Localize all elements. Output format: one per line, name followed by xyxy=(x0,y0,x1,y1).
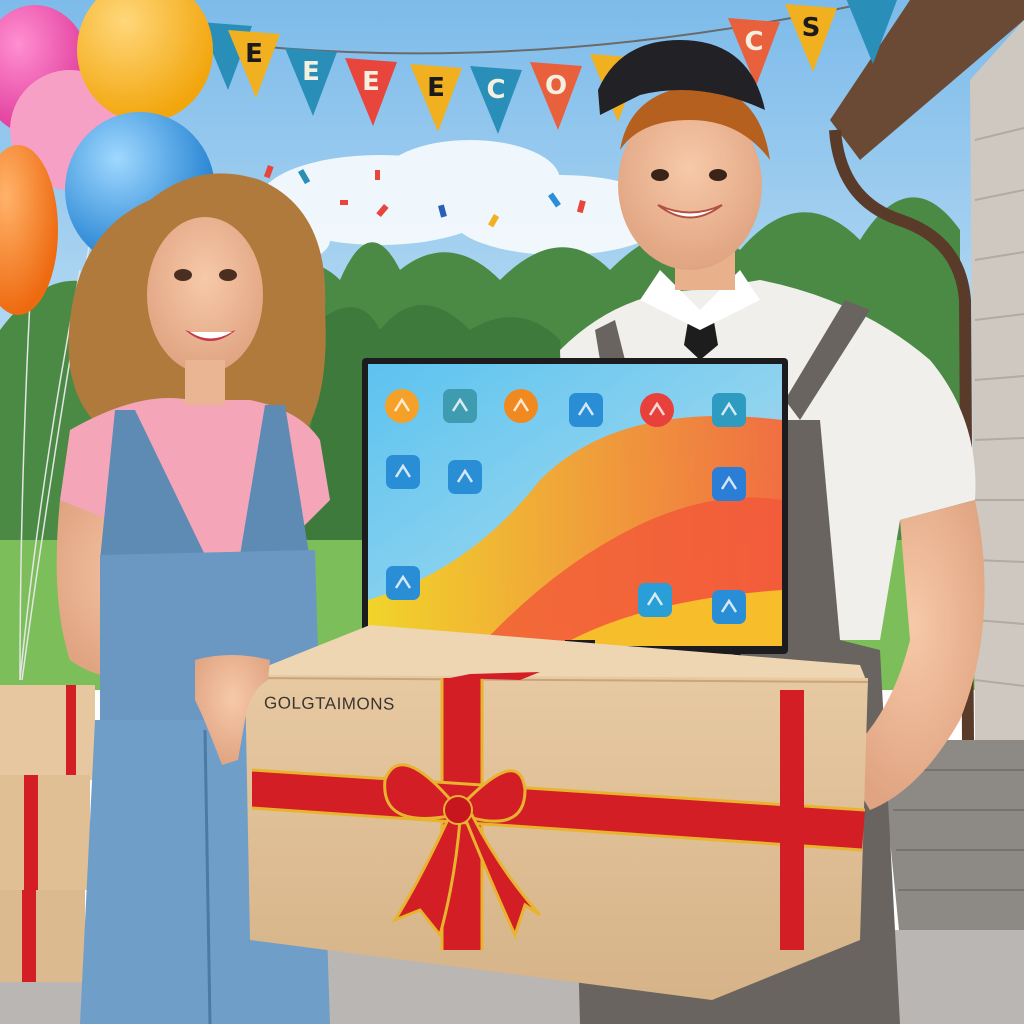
box-printed-text: GOLGTAIMONS xyxy=(264,693,395,714)
teal-tile-icon xyxy=(712,393,746,427)
blue-tile-icon xyxy=(712,590,746,624)
stacked-gift-boxes xyxy=(0,685,95,982)
orange-circle-icon xyxy=(385,389,419,423)
photo-scene: E E E E C O C S GOLGTAIMONS xyxy=(0,0,1024,1024)
bunting-letter: E xyxy=(245,39,263,69)
bunting-letter: O xyxy=(545,71,567,101)
blue-tile-icon xyxy=(386,566,420,600)
gift-box xyxy=(195,625,869,1000)
blue-tile-icon xyxy=(569,393,603,427)
red-ball-icon xyxy=(640,393,674,427)
bunting-letter: C xyxy=(486,75,505,105)
blue-tile-icon xyxy=(386,455,420,489)
blue-tile-icon xyxy=(448,460,482,494)
scene-illustration: E E E E C O C S xyxy=(0,0,1024,1024)
bunting-letter: S xyxy=(802,13,821,43)
bunting-letter: E xyxy=(302,57,320,87)
bunting-letter: E xyxy=(362,67,380,97)
bunting-letter: E xyxy=(427,73,445,103)
blue-tile-icon xyxy=(712,467,746,501)
blue-tile-icon xyxy=(638,583,672,617)
teal-square-icon xyxy=(443,389,477,423)
orange-ball-icon xyxy=(504,389,538,423)
bunting-letter: C xyxy=(744,27,763,57)
